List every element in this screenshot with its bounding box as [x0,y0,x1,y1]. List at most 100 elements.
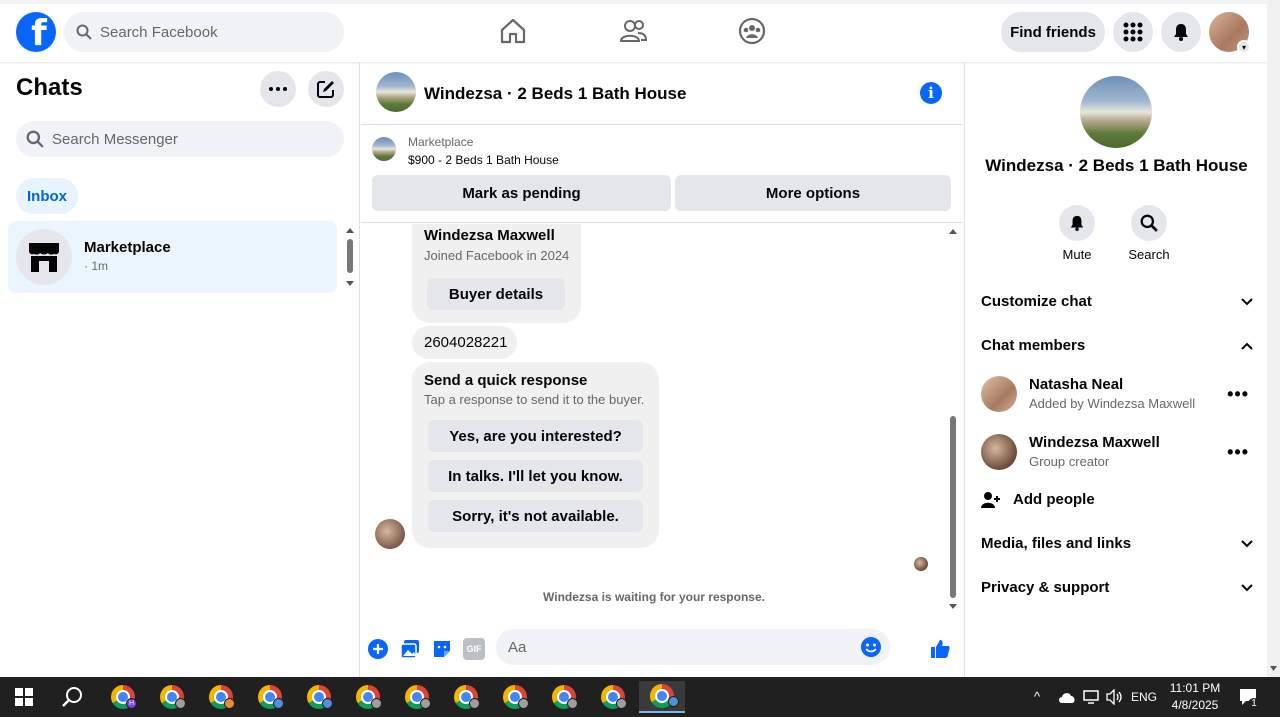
media-files-links-row[interactable]: Media, files and links [981,535,1253,552]
search-messenger-input[interactable]: Search Messenger [16,121,344,157]
friends-icon[interactable] [618,16,648,46]
account-avatar[interactable]: ▾ [1209,12,1251,54]
listing-large-avatar[interactable] [1080,76,1152,148]
profile-badge [224,698,235,709]
customize-chat-label: Customize chat [981,293,1092,310]
thumbs-up-icon[interactable] [929,638,951,660]
privacy-support-row[interactable]: Privacy & support [981,579,1253,596]
chrome-taskbar-app[interactable] [544,681,584,713]
groups-icon[interactable] [737,16,767,46]
buyer-details-button[interactable]: Buyer details [427,278,565,310]
mark-as-pending-button[interactable]: Mark as pending [372,175,671,211]
chrome-taskbar-app-active[interactable] [639,681,685,713]
chat-list-item[interactable]: Marketplace · 1m [8,221,337,293]
chat-members-label: Chat members [981,337,1086,354]
bell-icon [1174,24,1188,41]
profile-badge [469,698,480,709]
chrome-taskbar-app[interactable] [593,681,633,713]
chrome-taskbar-app[interactable] [152,681,192,713]
chat-members-row[interactable]: Chat members [981,337,1253,354]
quick-response-button[interactable]: In talks. I'll let you know. [428,460,643,492]
listing-price-title[interactable]: $900 - 2 Beds 1 Bath House [408,153,559,167]
member-name: Natasha Neal [1029,376,1124,393]
taskbar-search-icon[interactable] [61,686,83,708]
emoji-icon[interactable] [860,636,882,658]
member-item[interactable]: Windezsa Maxwell Group creator ••• [981,434,1253,474]
listing-avatar[interactable] [376,72,416,112]
chrome-taskbar-app[interactable] [397,681,437,713]
home-icon[interactable] [498,16,528,46]
privacy-support-label: Privacy & support [981,579,1110,596]
bell-icon [1059,205,1095,241]
plus-circle-icon[interactable] [367,638,389,660]
message-input[interactable]: Aa [496,629,890,665]
member-options-icon[interactable]: ••• [1227,384,1249,405]
conversation-scrollbar[interactable] [947,224,959,614]
network-icon[interactable] [1083,689,1101,705]
quick-response-subtitle: Tap a response to send it to the buyer. [424,392,645,407]
details-title: Windezsa · 2 Beds 1 Bath House [985,156,1248,175]
member-options-icon[interactable]: ••• [1227,442,1249,463]
notification-count-badge: 1 [1248,698,1260,710]
conversation-panel: Windezsa · 2 Beds 1 Bath House i Marketp… [361,62,963,677]
chrome-taskbar-app[interactable]: H [103,681,143,713]
find-friends-button[interactable]: Find friends [1001,12,1105,52]
member-subtitle: Added by Windezsa Maxwell [1029,396,1196,411]
grid-menu-icon [1123,22,1143,42]
buyer-joined: Joined Facebook in 2024 [424,248,570,263]
member-name: Windezsa Maxwell [1029,434,1160,451]
info-icon[interactable]: i [920,82,942,104]
chrome-taskbar-app[interactable] [348,681,388,713]
chat-details-panel: Windezsa · 2 Beds 1 Bath House Mute Sear… [964,62,1267,677]
clock-time[interactable]: 11:01 PM [1166,681,1224,695]
search-conversation-button[interactable]: Search [1109,205,1189,262]
search-messenger-placeholder: Search Messenger [52,130,178,148]
listing-thumbnail[interactable] [372,137,396,161]
chat-options-button[interactable] [260,71,296,107]
inbox-tab[interactable]: Inbox [16,178,78,214]
new-message-button[interactable] [308,71,344,107]
mute-button[interactable]: Mute [1037,205,1117,262]
seen-receipt-avatar [914,557,928,571]
chat-timestamp: · 1m [84,259,108,273]
more-dots-icon [269,87,287,91]
language-indicator[interactable]: ENG [1128,690,1160,704]
chrome-taskbar-app[interactable] [495,681,535,713]
profile-badge [567,698,578,709]
page-scrollbar[interactable] [1267,0,1280,677]
photo-icon[interactable] [399,638,421,660]
conversation-title[interactable]: Windezsa · 2 Beds 1 Bath House [424,84,686,104]
add-people-row[interactable]: Add people [981,491,1253,508]
search-icon [76,24,92,40]
customize-chat-row[interactable]: Customize chat [981,293,1253,310]
notifications-button[interactable] [1161,12,1201,52]
sticker-icon[interactable] [431,638,453,660]
member-item[interactable]: Natasha Neal Added by Windezsa Maxwell •… [981,376,1253,416]
show-hidden-icons-chevron[interactable]: ^ [1034,689,1040,704]
profile-badge [371,698,382,709]
member-subtitle: Group creator [1029,454,1110,469]
clock-date[interactable]: 4/8/2025 [1166,698,1224,712]
windows-start-icon[interactable] [15,688,33,706]
chrome-taskbar-app[interactable] [250,681,290,713]
onedrive-icon[interactable] [1057,690,1077,704]
search-facebook-input[interactable]: Search Facebook [64,12,344,52]
quick-response-button[interactable]: Yes, are you interested? [428,420,643,452]
chat-list-scrollbar[interactable] [344,225,356,289]
chevron-down-icon [1241,584,1253,592]
chrome-taskbar-app[interactable] [299,681,339,713]
more-options-button[interactable]: More options [675,175,951,211]
gif-icon[interactable]: GIF [463,638,485,660]
chevron-up-icon [1241,342,1253,350]
chrome-taskbar-app[interactable] [446,681,486,713]
facebook-logo-icon[interactable]: f [16,12,56,52]
profile-badge [273,698,284,709]
profile-badge [420,698,431,709]
chrome-taskbar-app[interactable] [201,681,241,713]
quick-response-button[interactable]: Sorry, it's not available. [428,500,643,532]
menu-grid-button[interactable] [1113,12,1153,52]
search-icon [26,130,44,148]
quick-response-card: Send a quick response Tap a response to … [412,362,659,548]
marketplace-avatar [16,229,72,285]
volume-icon[interactable] [1106,689,1124,705]
